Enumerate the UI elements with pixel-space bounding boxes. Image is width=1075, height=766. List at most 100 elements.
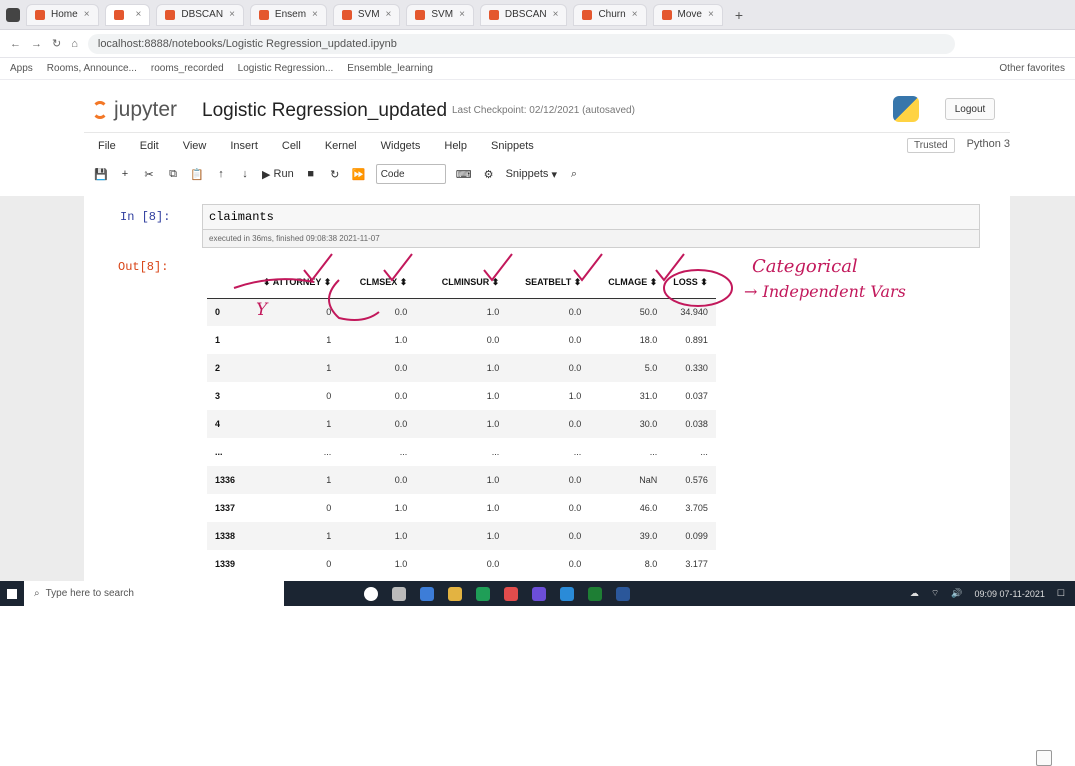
close-icon[interactable]: × [312,9,318,20]
stop-icon[interactable]: ■ [304,165,318,183]
bookmarks-bar: Apps Rooms, Announce... rooms_recorded L… [0,58,1075,80]
save-icon[interactable]: 💾 [94,165,108,183]
tab-favicon-icon [165,9,176,20]
browser-nav-bar: ← → ↻ ⌂ localhost:8888/notebooks/Logisti… [0,30,1075,58]
tab-favicon-icon [582,9,593,20]
browser-tab-8[interactable]: Move × [652,3,723,26]
app-icon[interactable] [504,586,518,601]
menu-kernel[interactable]: Kernel [325,140,357,152]
menu-cell[interactable]: Cell [282,140,301,152]
menu-view[interactable]: View [183,140,207,152]
close-icon[interactable]: × [708,9,714,20]
menu-snippets[interactable]: Snippets [491,140,534,152]
notebook-title[interactable]: Logistic Regression_updated [202,100,447,122]
browser-tab-5[interactable]: SVM × [406,3,474,26]
bookmark-item[interactable]: Rooms, Announce... [47,63,137,74]
checkmark-stroke [303,253,333,282]
keyboard-icon[interactable]: ⌨ [456,165,472,183]
windows-taskbar: ⌕ Type here to search ☁ ⌔ 🔊 09:09 07-11-2… [0,581,1075,606]
cortana-icon[interactable] [364,586,378,601]
menu-insert[interactable]: Insert [230,140,258,152]
browser-tab-4[interactable]: SVM × [332,3,401,26]
bookmark-item[interactable]: rooms_recorded [151,63,224,74]
close-icon[interactable]: × [136,9,142,20]
python-logo-icon [893,96,919,122]
reload-icon[interactable]: ↻ [52,37,61,50]
app-icon[interactable] [532,586,546,601]
volume-icon[interactable]: 🔊 [951,588,962,599]
run-button[interactable]: ▶ Run [262,165,294,183]
file-explorer-icon[interactable] [448,586,462,601]
menu-widgets[interactable]: Widgets [381,140,421,152]
network-icon[interactable]: ⌔ [931,588,939,599]
handwritten-annotation-layer [233,253,733,321]
address-bar[interactable]: localhost:8888/notebooks/Logistic Regres… [87,33,955,54]
task-view-icon[interactable] [392,586,406,601]
menu-help[interactable]: Help [444,140,467,152]
taskbar-search[interactable]: ⌕ Type here to search [24,581,284,606]
close-icon[interactable]: × [459,9,465,20]
mail-icon[interactable] [560,586,574,601]
new-tab-button[interactable]: + [729,7,749,23]
menu-file[interactable]: File [98,140,116,152]
close-icon[interactable]: × [229,9,235,20]
bookmark-item[interactable]: Logistic Regression... [238,63,334,74]
weather-icon[interactable]: ☁ [910,588,919,599]
window-menu-icon[interactable] [6,7,20,22]
excel-icon[interactable] [588,586,602,601]
home-icon[interactable]: ⌂ [71,38,78,50]
jupyter-menu-bar: File Edit View Insert Cell Kernel Widget… [84,132,1010,158]
logout-button[interactable]: Logout [945,98,995,120]
jupyter-logo[interactable]: jupyter [92,98,177,122]
browser-tab-6[interactable]: DBSCAN × [479,3,568,26]
curve-stroke [328,279,380,321]
trusted-indicator[interactable]: Trusted [907,138,955,153]
jupyter-header: jupyter Logistic Regression_updated Last… [0,80,1075,132]
bookmark-item[interactable]: Ensemble_learning [347,63,433,74]
back-icon[interactable]: ← [10,38,21,50]
restart-icon[interactable]: ↻ [328,165,342,183]
edge-icon[interactable] [420,586,434,601]
search-icon: ⌕ [34,588,40,599]
move-down-icon[interactable]: ↓ [238,165,252,183]
snippets-dropdown[interactable]: Snippets ▾ [506,165,557,183]
cut-icon[interactable]: ✂ [142,165,156,183]
other-favorites[interactable]: Other favorites [999,63,1065,74]
close-icon[interactable]: × [553,9,559,20]
notifications-icon[interactable]: ☐ [1057,588,1065,599]
cell-type-select[interactable]: Code [375,164,446,184]
system-tray: ☁ ⌔ 🔊 09:09 07-11-2021 ☐ [910,588,1065,599]
add-cell-icon[interactable]: + [118,165,132,183]
tab-favicon-icon [35,9,45,20]
forward-icon[interactable]: → [31,38,42,50]
circle-stroke [663,269,733,307]
close-icon[interactable]: × [632,9,638,20]
close-icon[interactable]: × [84,9,90,20]
browser-tab-1[interactable]: × [104,3,151,26]
bookmark-item[interactable]: Apps [10,63,33,74]
browser-tab-0[interactable]: Home × [26,3,99,26]
browser-tab-2[interactable]: DBSCAN × [156,3,244,26]
jupyter-logo-icon [92,101,108,119]
scroll-panel-icon[interactable] [1036,750,1052,766]
browser-tab-3[interactable]: Ensem × [249,3,327,26]
kernel-indicator[interactable]: Python 3 [967,138,1010,153]
word-icon[interactable] [616,586,630,601]
close-icon[interactable]: × [386,9,392,20]
checkmark-stroke [483,253,513,282]
url-text: localhost:8888/notebooks/Logistic Regres… [97,37,397,50]
search-icon[interactable]: ⌕ [567,165,581,183]
windows-start-icon[interactable] [0,581,24,606]
move-up-icon[interactable]: ↑ [214,165,228,183]
fast-forward-icon[interactable]: ⏩ [352,165,366,183]
tab-favicon-icon [258,9,269,20]
copy-icon[interactable]: ⧉ [166,165,180,183]
settings-icon[interactable]: ⚙ [482,165,496,183]
browser-tab-7[interactable]: Churn × [573,3,647,26]
underline-stroke [233,278,315,289]
menu-edit[interactable]: Edit [140,140,159,152]
clock[interactable]: 09:09 07-11-2021 [975,589,1045,599]
annotation-text: → Independent Vars [744,282,906,301]
chrome-icon[interactable] [476,586,490,601]
paste-icon[interactable]: 📋 [190,165,204,183]
